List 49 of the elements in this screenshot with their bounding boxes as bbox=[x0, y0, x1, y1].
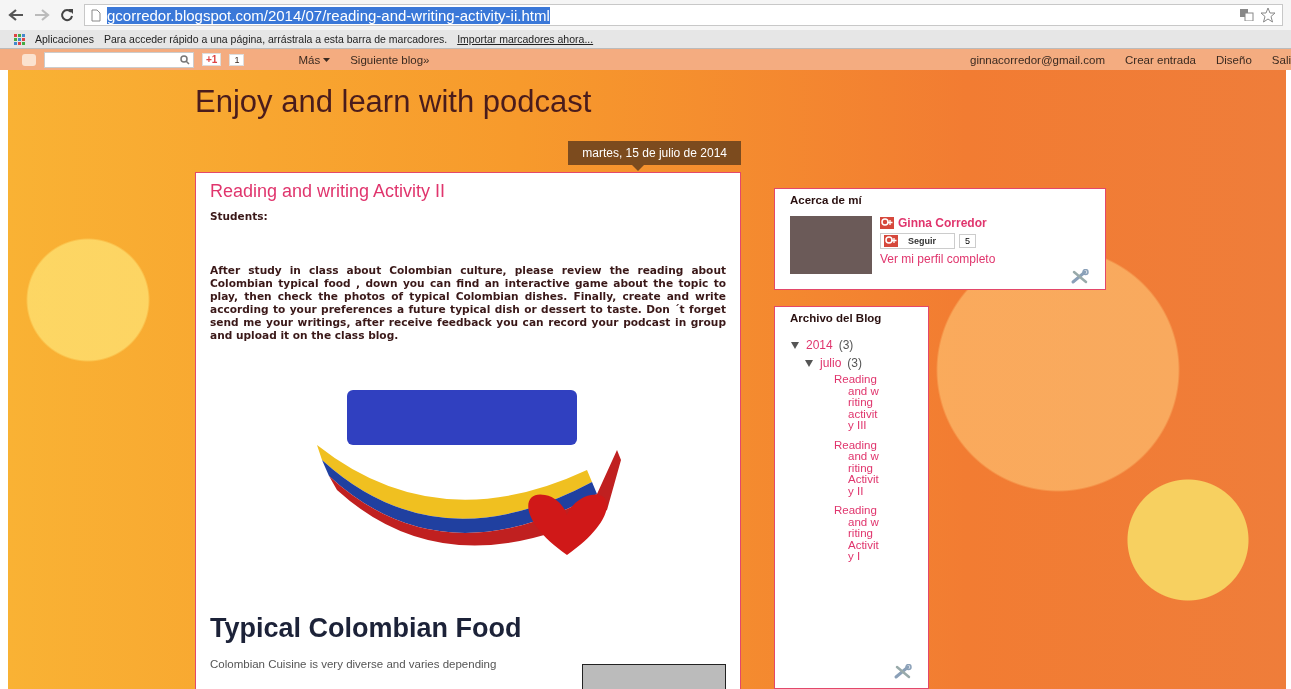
blog-title[interactable]: Enjoy and learn with podcast bbox=[195, 84, 1286, 123]
follower-count: 5 bbox=[959, 234, 977, 248]
section-heading: Typical Colombian Food bbox=[210, 613, 523, 644]
plus-one-button[interactable]: +1 bbox=[202, 53, 222, 66]
reload-icon[interactable] bbox=[60, 8, 74, 22]
post-title[interactable]: Reading and writing Activity II bbox=[210, 181, 726, 202]
apps-grid-icon[interactable] bbox=[14, 33, 25, 45]
tools-icon[interactable] bbox=[1070, 269, 1090, 285]
widget-title: Acerca de mí bbox=[790, 194, 863, 206]
url-text: gcorredor.blogspot.com/2014/07/reading-and-writing-activity-ii.html bbox=[107, 6, 550, 24]
bookmarks-hint: Para acceder rápido a una página, arrástrala a esta barra de marcadores. bbox=[103, 33, 448, 45]
profile-name[interactable]: Ginna Corredor bbox=[898, 216, 987, 230]
navbar-link[interactable]: Diseño bbox=[1216, 53, 1252, 66]
search-icon bbox=[180, 54, 190, 65]
next-blog-link[interactable]: Siguiente blog» bbox=[350, 53, 430, 66]
forward-icon[interactable] bbox=[34, 8, 50, 22]
plus-one-count: 1 bbox=[229, 53, 245, 66]
navbar-link[interactable]: Crear entrada bbox=[1125, 53, 1196, 66]
caret-icon bbox=[323, 57, 331, 62]
date-pointer-icon bbox=[632, 165, 644, 171]
google-plus-icon bbox=[880, 217, 894, 229]
translate-icon[interactable] bbox=[1240, 9, 1254, 21]
import-bookmarks-link[interactable]: Importar marcadores ahora... bbox=[457, 33, 594, 45]
page-icon bbox=[91, 8, 101, 22]
expand-toggle-icon[interactable] bbox=[804, 358, 814, 368]
post-greeting: Students: bbox=[210, 210, 269, 222]
widget-title: Archivo del Blog bbox=[790, 312, 883, 324]
post-count: (3) bbox=[838, 338, 854, 352]
archive-period-link[interactable]: 2014 bbox=[806, 338, 833, 352]
more-menu[interactable]: Más bbox=[298, 53, 331, 66]
archive-period-link[interactable]: julio bbox=[820, 356, 842, 370]
post-count: (3) bbox=[847, 356, 863, 370]
search-field[interactable] bbox=[44, 51, 194, 68]
navbar-link[interactable]: Sali bbox=[1271, 53, 1291, 66]
google-plus-icon bbox=[884, 235, 898, 247]
profile-link[interactable]: Ver mi perfil completo bbox=[880, 252, 1090, 266]
post-paragraph: After study in class about Colombian culture, please review the reading about Colombian typical food , down you can find an interactive game about the topic to play, then check the photos of typical Colombian dishes. Finally, create and write according to your preferences a future typical dish or dessert to taste. Don ´t forget send me your writings, after receive feedback you can record your podcast in group and upload it on the class blog. bbox=[210, 264, 726, 342]
archive-post-link[interactable]: Reading and writing Activity I bbox=[834, 505, 882, 563]
archive-post-link[interactable]: Reading and writing Activity II bbox=[834, 439, 882, 497]
tools-icon[interactable] bbox=[893, 664, 913, 680]
apps-link[interactable]: Aplicaciones bbox=[35, 33, 94, 45]
address-bar[interactable]: gcorredor.blogspot.com/2014/07/reading-and-writing-activity-ii.html bbox=[84, 4, 1283, 26]
expand-toggle-icon[interactable] bbox=[790, 340, 800, 350]
intro-paragraph: Colombian Cuisine is very diverse and varies depending bbox=[210, 658, 497, 670]
account-email[interactable]: ginnacorredor@gmail.com bbox=[970, 53, 1106, 66]
back-icon[interactable] bbox=[8, 8, 24, 22]
star-icon[interactable] bbox=[1260, 7, 1276, 23]
follow-button[interactable]: Seguir bbox=[880, 233, 955, 249]
archive-post-link[interactable]: Reading and writing activity III bbox=[834, 374, 882, 432]
